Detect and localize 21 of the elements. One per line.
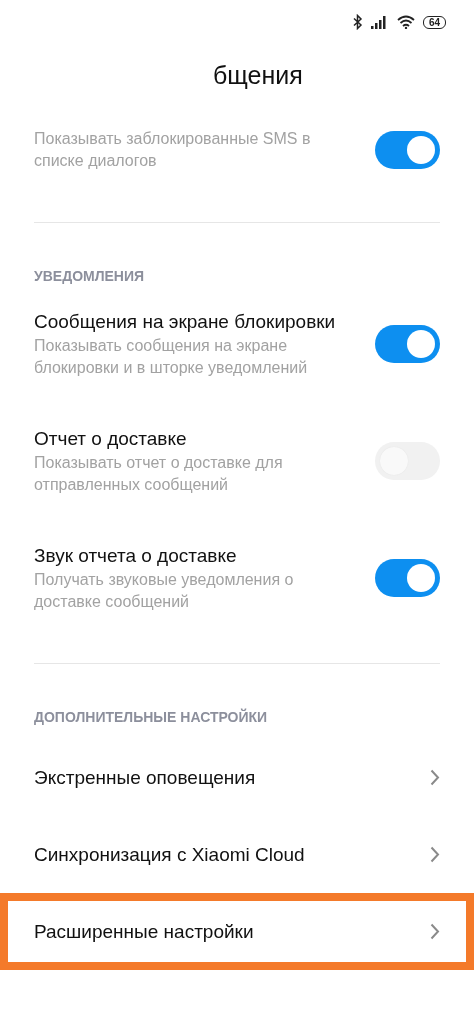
setting-description: Получать звуковые уведомления о доставке сообщений bbox=[34, 570, 295, 612]
battery-level: 64 bbox=[422, 15, 446, 29]
toggle-switch[interactable] bbox=[375, 131, 440, 169]
setting-title: Звук отчета о доставке bbox=[34, 544, 238, 568]
page-title: бщения bbox=[213, 60, 303, 90]
setting-description: Показывать отчет о доставке для отправленных сообщений bbox=[34, 453, 284, 495]
setting-title: Сообщения на экране блокировки bbox=[34, 310, 337, 334]
chevron-icon bbox=[430, 923, 440, 940]
toggle-switch[interactable] bbox=[375, 558, 440, 597]
signal-icon bbox=[370, 15, 389, 29]
chevron-icon bbox=[430, 846, 440, 863]
bluetooth-icon bbox=[352, 14, 363, 30]
chevron-icon bbox=[430, 769, 440, 786]
setting-title: Отчет о доставке bbox=[34, 427, 188, 451]
section-header: УВЕДОМЛЕНИЯ bbox=[33, 267, 146, 286]
settings-row[interactable]: Расширенные настройки bbox=[0, 893, 474, 970]
toggle-switch[interactable] bbox=[375, 324, 440, 363]
setting-description: Показывать сообщения на экране блокировки и в шторке уведомлений bbox=[34, 336, 309, 378]
wifi-icon bbox=[396, 15, 415, 29]
setting-description: Показывать заблокированные SMS в списке диалогов bbox=[34, 129, 312, 171]
section-header: ДОПОЛНИТЕЛЬНЫЕ НАСТРОЙКИ bbox=[33, 707, 269, 727]
